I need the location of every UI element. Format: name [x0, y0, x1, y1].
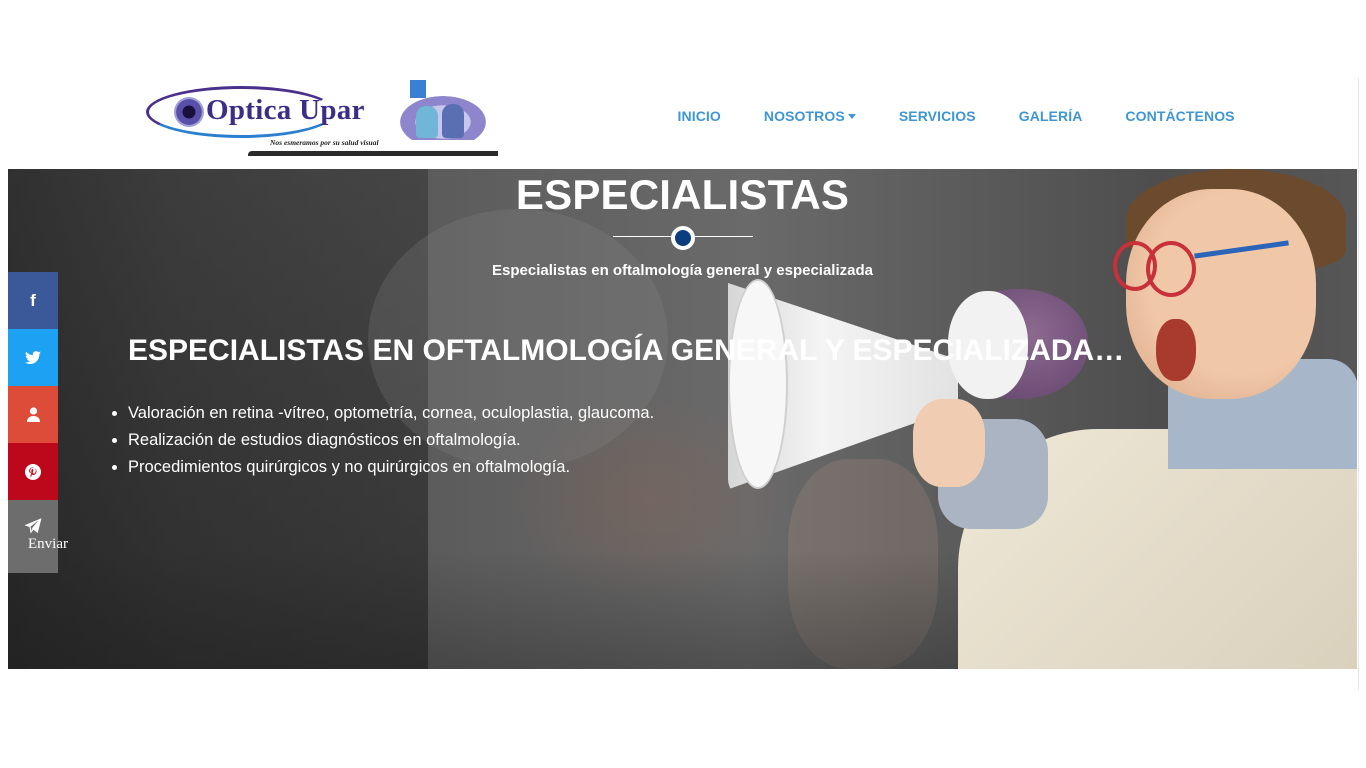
send-label: Enviar [28, 536, 68, 552]
hero-heading: ESPECIALISTAS EN OFTALMOLOGÍA GENERAL Y … [128, 334, 1125, 367]
main-nav: INICIO NOSOTROS SERVICIOS GALERÍA CONTÁC… [656, 108, 1256, 124]
eye-chart-icon [410, 80, 426, 98]
pinterest-icon [25, 463, 41, 480]
page-edge-line [1358, 78, 1359, 690]
list-item: Valoración en retina -vítreo, optometría… [128, 400, 654, 427]
send-button[interactable]: Enviar [8, 500, 68, 573]
hero-title: ESPECIALISTAS [515, 171, 850, 218]
nav-item-servicios[interactable]: SERVICIOS [877, 108, 997, 124]
list-item: Realización de estudios diagnósticos en … [128, 427, 654, 454]
doctor-figure [442, 104, 464, 138]
caret-down-icon [847, 113, 856, 119]
divider-dot [671, 226, 695, 250]
pinterest-share-button[interactable] [8, 443, 58, 500]
twitter-icon [25, 350, 41, 364]
nav-item-nosotros[interactable]: NOSOTROS [742, 108, 877, 124]
social-share-bar: f Enviar [8, 272, 68, 573]
facebook-icon: f [30, 291, 36, 310]
nav-item-label: NOSOTROS [763, 108, 845, 124]
facebook-share-button[interactable]: f [8, 272, 58, 329]
eye-icon [174, 97, 204, 127]
boy-hand [913, 399, 985, 487]
list-item: Procedimientos quirúrgicos y no quirúrgi… [128, 454, 654, 481]
paper-plane-icon [24, 518, 42, 534]
logo-tagline: Nos esmeramos por su salud visual [270, 138, 379, 147]
hero-subtitle: Especialistas en oftalmología general y … [492, 262, 873, 279]
logo-brand-text: Optica Upar [206, 94, 365, 126]
optica-upar-logo[interactable]: Optica Upar Nos esmeramos por su salud v… [144, 80, 498, 156]
user-share-button[interactable] [8, 386, 58, 443]
twitter-share-button[interactable] [8, 329, 58, 386]
site-header: Optica Upar Nos esmeramos por su salud v… [0, 78, 1366, 168]
nav-item-contactenos[interactable]: CONTÁCTENOS [1104, 108, 1256, 124]
hero-banner: ESPECIALISTAS Especialistas en oftalmolo… [8, 169, 1357, 669]
nav-item-galeria[interactable]: GALERÍA [997, 108, 1104, 124]
user-icon [26, 407, 40, 422]
services-list: Valoración en retina -vítreo, optometría… [128, 400, 654, 481]
nav-item-inicio[interactable]: INICIO [656, 108, 742, 124]
doctor-figure [416, 106, 438, 138]
